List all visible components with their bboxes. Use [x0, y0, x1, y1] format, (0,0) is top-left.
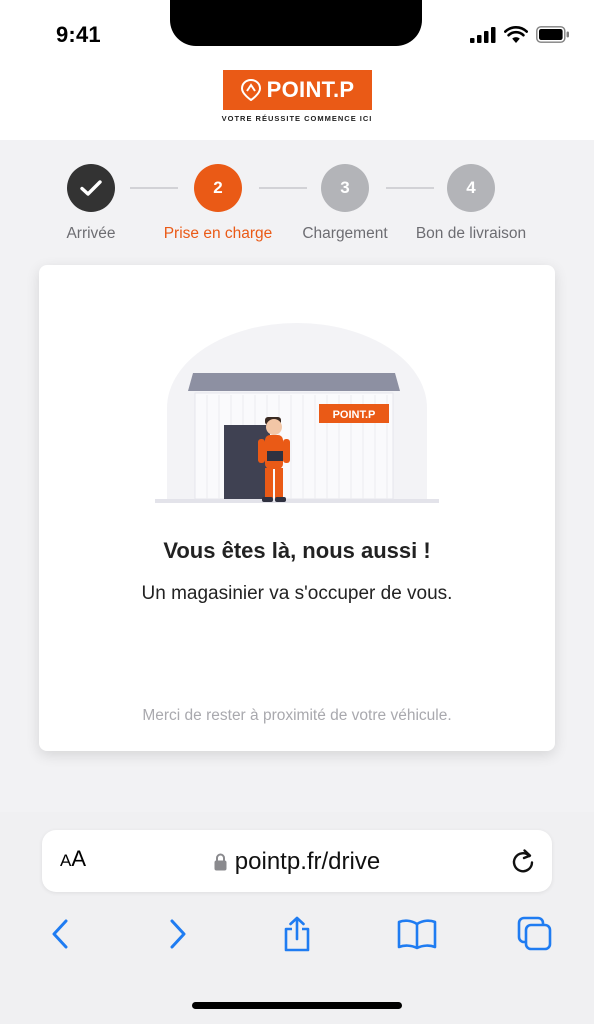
bookmarks-button[interactable] [395, 914, 439, 954]
step-circle-pending: 3 [321, 164, 369, 212]
step-prise-en-charge: 2 Prise en charge [148, 164, 288, 243]
back-icon [52, 919, 68, 949]
warehouse-illustration: POINT.P [155, 323, 439, 503]
step-bon-de-livraison: 4 Bon de livraison [401, 164, 541, 243]
tabs-button[interactable] [513, 914, 557, 954]
status-time: 9:41 [56, 22, 101, 47]
reload-icon[interactable] [510, 847, 536, 875]
status-card: POINT.P Vous êtes là, nous aussi ! Un ma… [39, 265, 555, 751]
step-label: Chargement [302, 225, 388, 242]
illustration-sign-text: POINT.P [333, 409, 376, 421]
status-icons [470, 26, 570, 43]
browser-bottom-bar: AA pointp.fr/drive [0, 812, 594, 1024]
wifi-icon [504, 26, 528, 43]
step-label: Prise en charge [163, 225, 273, 242]
address-bar[interactable]: AA pointp.fr/drive [42, 830, 552, 892]
back-button[interactable] [38, 914, 82, 954]
home-indicator [192, 1002, 402, 1009]
card-note: Merci de rester à proximité de votre véh… [142, 707, 452, 724]
lock-icon [214, 853, 227, 871]
step-label: Arrivée [66, 225, 116, 242]
progress-stepper: Arrivée 2 Prise en charge 3 Chargement 4… [0, 140, 594, 265]
brand-header: POINT.P VOTRE RÉUSSITE COMMENCE ICI [0, 60, 594, 140]
status-bar: 9:41 [0, 0, 594, 60]
battery-icon [536, 26, 569, 43]
forward-button[interactable] [156, 914, 200, 954]
share-icon [284, 916, 310, 952]
browser-toolbar [0, 908, 594, 956]
step-label: Bon de livraison [415, 225, 527, 242]
logo-mark-icon [240, 79, 261, 101]
device-notch [170, 0, 422, 46]
bookmarks-icon [397, 919, 437, 950]
step-circle-active: 2 [194, 164, 242, 212]
step-arrivee: Arrivée [21, 164, 161, 243]
url-display[interactable]: pointp.fr/drive [42, 848, 552, 876]
checkmark-icon [80, 180, 102, 196]
brand-tagline: VOTRE RÉUSSITE COMMENCE ICI [221, 114, 373, 123]
url-text: pointp.fr/drive [234, 848, 381, 875]
step-chargement: 3 Chargement [275, 164, 415, 243]
forward-icon [170, 919, 186, 949]
brand-logo[interactable]: POINT.P [223, 70, 372, 110]
brand-name: POINT.P [266, 77, 355, 102]
card-title: Vous êtes là, nous aussi ! [163, 538, 431, 563]
tabs-icon [517, 916, 552, 951]
step-circle-done [67, 164, 115, 212]
step-circle-pending: 4 [447, 164, 495, 212]
card-subtitle: Un magasinier va s'occuper de vous. [141, 583, 453, 604]
share-button[interactable] [275, 914, 319, 954]
cellular-signal-icon [470, 26, 496, 43]
